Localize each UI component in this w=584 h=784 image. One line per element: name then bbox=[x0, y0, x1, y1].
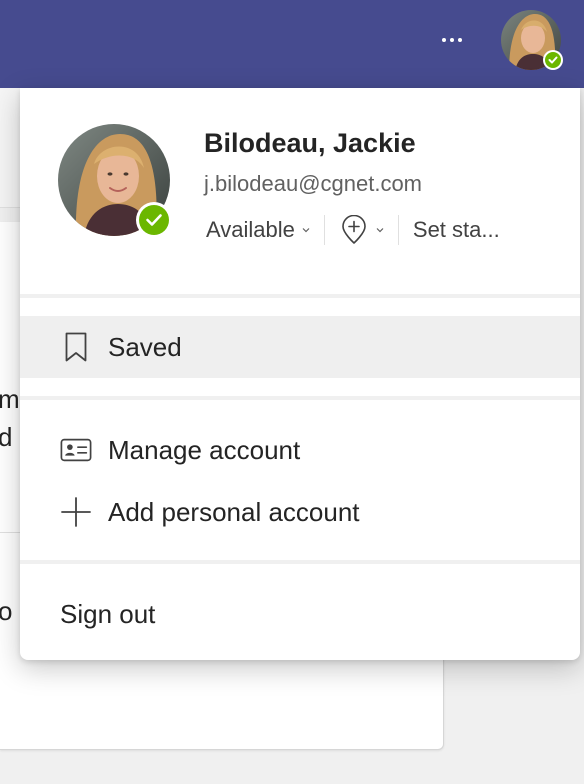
availability-dropdown[interactable]: Available bbox=[206, 217, 310, 243]
user-name: Bilodeau, Jackie bbox=[204, 128, 416, 158]
more-options-button[interactable] bbox=[432, 24, 472, 56]
more-horizontal-icon bbox=[442, 38, 446, 42]
status-available-icon bbox=[136, 202, 172, 238]
chevron-down-icon bbox=[302, 228, 310, 233]
bookmark-icon bbox=[60, 331, 92, 363]
menu-item-label: Add personal account bbox=[108, 496, 360, 527]
set-status-message-button[interactable]: Set sta... bbox=[413, 217, 500, 243]
plus-icon bbox=[60, 496, 92, 528]
menu-item-manage-account[interactable]: Manage account bbox=[20, 419, 580, 481]
avatar bbox=[501, 10, 563, 70]
more-dot bbox=[458, 38, 462, 42]
profile-photo[interactable] bbox=[58, 124, 172, 238]
separator bbox=[20, 560, 580, 564]
menu-item-label: Saved bbox=[108, 331, 182, 362]
contact-card-icon bbox=[60, 434, 92, 466]
more-dot bbox=[450, 38, 454, 42]
sign-out-label: Sign out bbox=[60, 598, 156, 629]
background-text: d bbox=[0, 422, 13, 452]
background-text: m bbox=[0, 384, 20, 414]
sign-out-button[interactable]: Sign out bbox=[20, 583, 580, 645]
divider bbox=[323, 215, 325, 245]
app-header bbox=[0, 0, 584, 88]
profile-avatar-button[interactable] bbox=[499, 8, 563, 72]
separator bbox=[20, 396, 580, 400]
menu-item-label: Manage account bbox=[108, 434, 301, 465]
account-flyout: Bilodeau, Jackie j.bilodeau@cgnet.com Av… bbox=[20, 88, 580, 660]
menu-item-add-personal-account[interactable]: Add personal account bbox=[20, 481, 580, 543]
separator bbox=[20, 294, 580, 298]
availability-label: Available bbox=[206, 217, 295, 242]
location-add-icon bbox=[342, 215, 366, 244]
chevron-down-icon bbox=[376, 228, 384, 233]
divider bbox=[397, 215, 399, 245]
status-row: Available Set sta... bbox=[206, 212, 500, 248]
location-button[interactable] bbox=[339, 215, 384, 245]
user-email: j.bilodeau@cgnet.com bbox=[204, 171, 423, 196]
menu-item-saved[interactable]: Saved bbox=[20, 316, 580, 378]
background-text: o bbox=[0, 596, 13, 626]
